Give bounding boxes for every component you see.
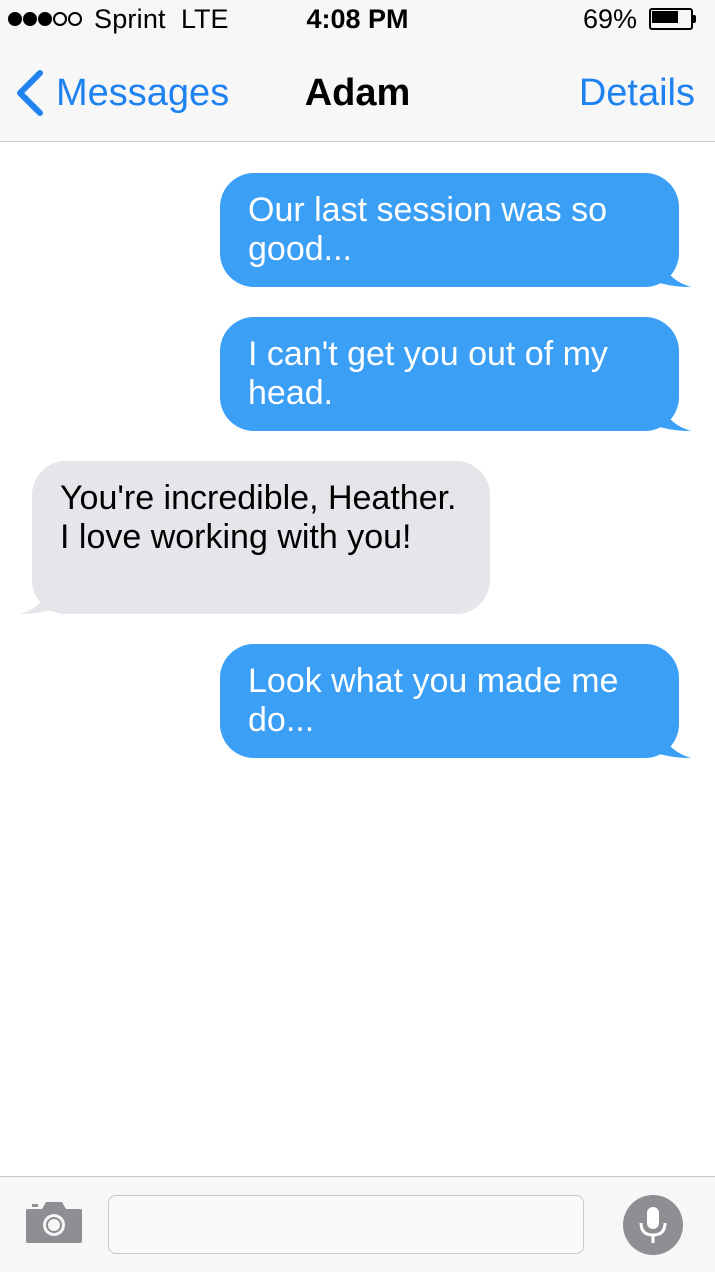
message-text: Look what you made me do... bbox=[248, 662, 619, 739]
bubble-tail bbox=[631, 736, 691, 758]
battery-nub bbox=[693, 15, 696, 23]
sent-message-bubble[interactable]: Our last session was so good... bbox=[220, 173, 691, 287]
sent-message-bubble[interactable]: Look what you made me do... bbox=[220, 644, 691, 758]
message-text: I can't get you out of my head. bbox=[248, 335, 608, 412]
details-button[interactable]: Details bbox=[579, 72, 695, 115]
camera-icon bbox=[26, 1202, 82, 1243]
bubble-tail bbox=[631, 265, 691, 287]
message-thread[interactable]: Our last session was so good... I can't … bbox=[0, 142, 715, 1176]
received-message-bubble[interactable]: You're incredible, Heather. I love worki… bbox=[20, 461, 490, 614]
microphone-button[interactable] bbox=[623, 1195, 683, 1255]
microphone-icon bbox=[639, 1207, 667, 1243]
camera-button[interactable] bbox=[24, 1199, 84, 1245]
message-input[interactable] bbox=[108, 1195, 584, 1254]
messages-screen: Sprint LTE 4:08 PM 69% Messages Adam Det… bbox=[0, 0, 715, 1272]
battery-icon bbox=[649, 8, 696, 30]
battery-percentage: 69% bbox=[582, 4, 637, 34]
navigation-bar: Messages Adam Details bbox=[0, 42, 715, 142]
bubble-tail bbox=[20, 592, 80, 614]
message-text: Our last session was so good... bbox=[248, 191, 608, 268]
bubble-tail bbox=[631, 409, 691, 431]
sent-message-bubble[interactable]: I can't get you out of my head. bbox=[220, 317, 691, 431]
message-text: You're incredible, Heather. I love worki… bbox=[60, 479, 457, 556]
status-bar: Sprint LTE 4:08 PM 69% bbox=[0, 0, 715, 42]
battery-level-fill bbox=[652, 11, 678, 23]
compose-bar bbox=[0, 1176, 715, 1272]
